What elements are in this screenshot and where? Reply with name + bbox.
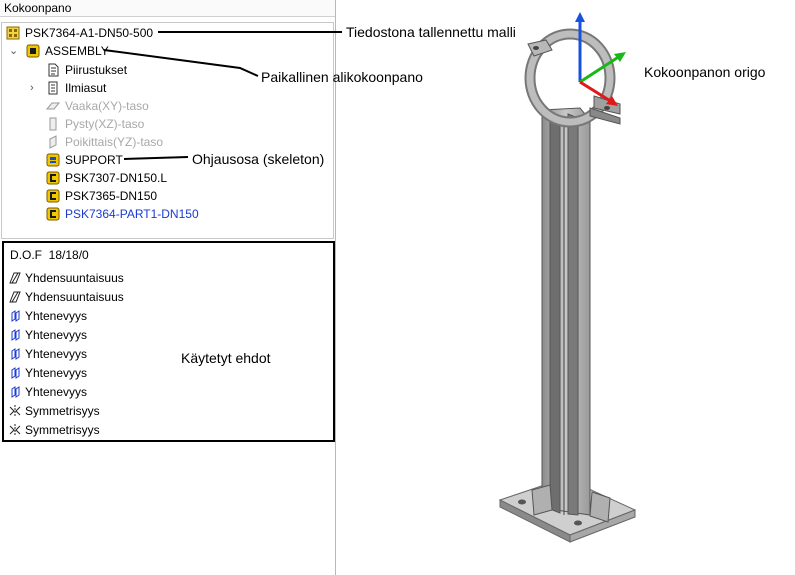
support-column xyxy=(531,107,611,523)
callout-constraints: Käytetyt ehdot xyxy=(181,350,271,366)
model-3d-view[interactable] xyxy=(480,10,640,550)
callout-lines xyxy=(103,31,342,160)
callout-skeleton: Ohjausosa (skeleton) xyxy=(192,151,325,167)
callout-origin: Kokoonpanon origo xyxy=(644,64,766,80)
callout-local-subassembly: Paikallinen alikokoonpano xyxy=(261,69,423,85)
